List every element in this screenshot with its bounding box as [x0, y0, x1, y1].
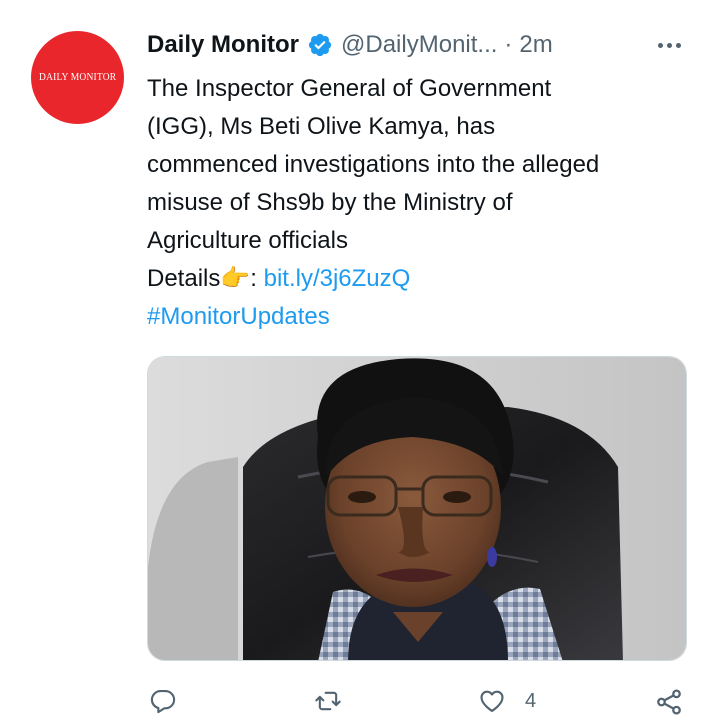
separator-dot: · [504, 31, 513, 58]
reply-icon [150, 690, 176, 714]
tweet-text-line: (IGG), Ms Beti Olive Kamya, has [147, 113, 496, 140]
display-name[interactable]: Daily Monitor [147, 31, 299, 59]
tweet-photo[interactable] [147, 356, 687, 661]
tweet-text: The Inspector General of Government (IGG… [147, 70, 692, 336]
details-colon: : [250, 265, 264, 292]
verified-badge-icon [308, 33, 332, 57]
hashtag-link[interactable]: #MonitorUpdates [147, 303, 330, 330]
short-link[interactable]: bit.ly/3j6ZuzQ [264, 265, 411, 292]
like-count: 4 [525, 689, 537, 712]
tweet-text-line: Agriculture officials [147, 227, 348, 254]
retweet-icon [315, 691, 341, 711]
tweet-text-line: The Inspector General of Government [147, 75, 552, 102]
details-label: Details [147, 265, 221, 292]
reply-button[interactable] [149, 687, 177, 715]
avatar-logo-text: DAILY MONITOR [38, 72, 117, 83]
tweet-actions: 4 [0, 684, 720, 719]
timestamp[interactable]: 2m [519, 31, 552, 59]
tweet-text-line: commenced investigations into the allege… [147, 151, 600, 178]
more-icon[interactable] [652, 33, 686, 57]
pointing-hand-emoji: 👉 [220, 265, 251, 292]
like-button[interactable]: 4 [477, 687, 536, 715]
retweet-button[interactable] [313, 687, 343, 715]
photo-portrait-image [148, 357, 686, 660]
handle[interactable]: @DailyMonit... [341, 31, 497, 59]
tweet-header: Daily Monitor @DailyMonit... · 2m [147, 28, 637, 62]
hashtag-line: #MonitorUpdates [147, 298, 692, 336]
tweet-text-line: misuse of Shs9b by the Ministry of [147, 189, 513, 216]
share-icon [657, 689, 681, 715]
like-icon [480, 690, 504, 712]
avatar[interactable]: DAILY MONITOR [31, 31, 124, 124]
details-line: Details👉: bit.ly/3j6ZuzQ [147, 260, 692, 298]
share-button[interactable] [654, 687, 684, 717]
